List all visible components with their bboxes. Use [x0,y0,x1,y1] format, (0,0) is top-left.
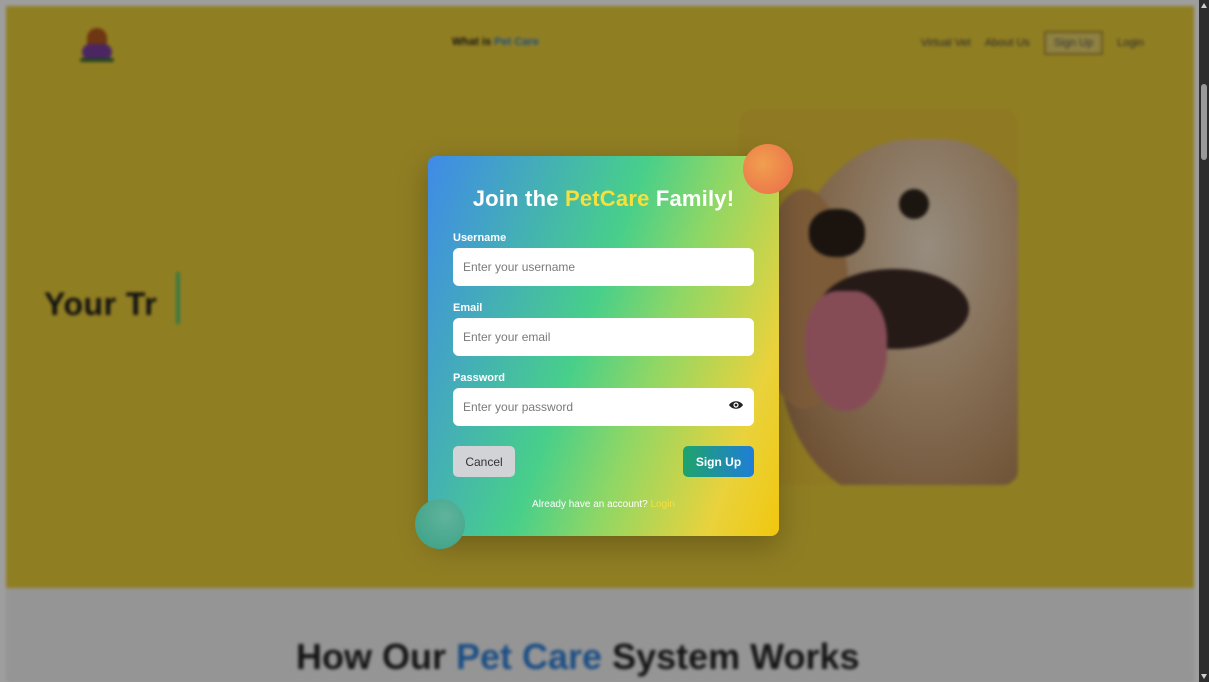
modal-title-accent: PetCare [564,186,650,211]
modal-title-prefix: Join the [472,186,565,211]
page: What is Pet Care Virtual Vet About Us Si… [0,0,1209,682]
modal-title: Join the PetCare Family! [428,186,779,212]
username-label: Username [453,232,507,244]
modal-title-suffix: Family! [649,186,735,211]
scroll-thumb[interactable] [1201,84,1207,160]
cancel-button[interactable]: Cancel [453,446,515,477]
show-password-eye-icon[interactable] [728,399,744,411]
signup-button[interactable]: Sign Up [683,446,754,477]
username-input[interactable] [453,248,754,286]
email-input[interactable] [453,318,754,356]
scroll-up-arrow-icon[interactable] [1201,3,1207,8]
page-scrollbar[interactable] [1199,0,1209,682]
email-label: Email [453,302,483,314]
password-input[interactable] [453,388,754,426]
login-prompt: Already have an account? Login [428,499,779,510]
login-prompt-text: Already have an account? [532,499,651,510]
password-label: Password [453,372,505,384]
login-link[interactable]: Login [650,499,674,510]
signup-modal: Join the PetCare Family! Username Email … [415,144,793,549]
scroll-down-arrow-icon[interactable] [1201,674,1207,679]
